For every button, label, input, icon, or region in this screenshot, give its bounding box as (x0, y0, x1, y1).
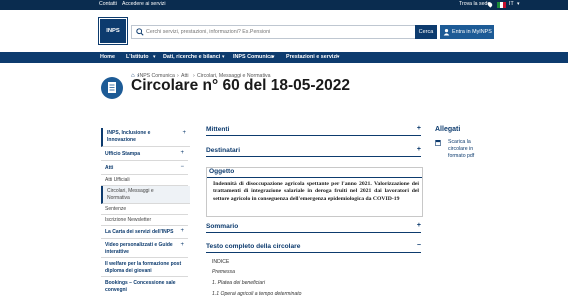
expand-icon[interactable]: + (180, 228, 184, 234)
toc-item[interactable]: 1. Platea dei beneficiari (212, 280, 265, 286)
allegati-title: Allegati (435, 126, 461, 133)
sidebar-subitem-circolari[interactable]: Circolari, Messaggi e Normativa (101, 186, 190, 204)
italy-flag-icon (497, 2, 506, 8)
chevron-down-icon: ▾ (272, 54, 275, 60)
user-icon (443, 28, 450, 36)
expand-icon[interactable]: + (182, 130, 186, 136)
myinps-login-button[interactable]: Entra in MyINPS (440, 25, 494, 39)
toc-index: INDICE (212, 259, 230, 265)
contacts-link[interactable]: Contatti (99, 1, 117, 7)
section-mittenti[interactable]: Mittenti + (206, 125, 421, 136)
toc-item[interactable]: 1.1 Operai agricoli a tempo determinato (212, 291, 301, 297)
sidebar-item-carta-servizi[interactable]: La Carta dei servizi dell'INPS + (101, 226, 188, 239)
chevron-down-icon: ▾ (517, 1, 520, 7)
sidebar-item-ufficio-stampa[interactable]: Ufficio Stampa + (101, 148, 188, 161)
expand-icon[interactable]: + (417, 146, 421, 153)
nav-inps-comunica[interactable]: INPS Comunica (233, 54, 273, 60)
sidebar-subitem-sentenze[interactable]: Sentenze (101, 204, 188, 215)
myinps-login-label: Entra in MyINPS (452, 29, 492, 35)
sidebar-subitem-atti-ufficiali[interactable]: Atti Ufficiali (101, 175, 188, 186)
collapse-icon[interactable]: − (417, 242, 421, 249)
expand-icon[interactable]: + (180, 150, 184, 156)
search-button[interactable]: Cerca (415, 25, 437, 39)
services-access-link[interactable]: Accedere ai servizi (122, 1, 166, 7)
search-bar (131, 25, 416, 39)
chevron-down-icon: ▾ (337, 54, 340, 60)
sidebar-item-bookings[interactable]: Bookings – Concessione sale convegni (101, 278, 188, 296)
sidebar-item-video-guide[interactable]: Video personalizzati e Guide interattive… (101, 240, 188, 258)
search-input[interactable] (146, 27, 406, 37)
language-selector[interactable]: IT (509, 1, 514, 7)
nav-dati-ricerche-bilanci[interactable]: Dati, ricerche e bilanci (163, 54, 220, 60)
chevron-down-icon: ▾ (153, 54, 156, 60)
top-utility-bar: Contatti Accedere ai servizi Trova la se… (0, 0, 568, 10)
search-icon (136, 28, 144, 36)
inps-logo[interactable]: INPS (99, 18, 127, 44)
expand-icon[interactable]: + (417, 125, 421, 132)
collapse-icon[interactable]: − (180, 164, 184, 170)
oggetto-header: Oggetto (207, 168, 422, 178)
section-testo-completo[interactable]: Testo completo della circolare − (206, 242, 421, 253)
find-office-link[interactable]: Trova la sede (459, 1, 490, 7)
expand-icon[interactable]: + (417, 222, 421, 229)
nav-istituto[interactable]: L'Istituto (126, 54, 149, 60)
section-oggetto: Oggetto Indennità di disoccupazione agri… (206, 167, 423, 217)
circular-document-icon (101, 77, 123, 99)
chevron-down-icon: ▾ (222, 54, 225, 60)
sidebar-subitem-newsletter[interactable]: Iscrizione Newsletter (101, 215, 188, 226)
main-navigation: Home L'Istituto ▾ Dati, ricerche e bilan… (0, 52, 568, 63)
nav-home[interactable]: Home (100, 54, 115, 60)
section-destinatari[interactable]: Destinatari + (206, 146, 421, 157)
oggetto-text: Indennità di disoccupazione agricola spe… (213, 181, 419, 202)
file-icon (435, 140, 441, 146)
section-sommario[interactable]: Sommario + (206, 222, 421, 233)
nav-prestazioni-servizi[interactable]: Prestazioni e servizi (286, 54, 338, 60)
sidebar-item-atti[interactable]: Atti − (101, 162, 188, 175)
page-title: Circolare n° 60 del 18-05-2022 (131, 77, 351, 94)
sidebar-item-welfare-formazione[interactable]: Il welfare per la formazione post diplom… (101, 259, 188, 277)
expand-icon[interactable]: + (180, 242, 184, 248)
toc-premessa[interactable]: Premessa (212, 269, 235, 275)
sidebar-item-inclusione[interactable]: INPS, Inclusione e Innovazione + (101, 128, 190, 147)
